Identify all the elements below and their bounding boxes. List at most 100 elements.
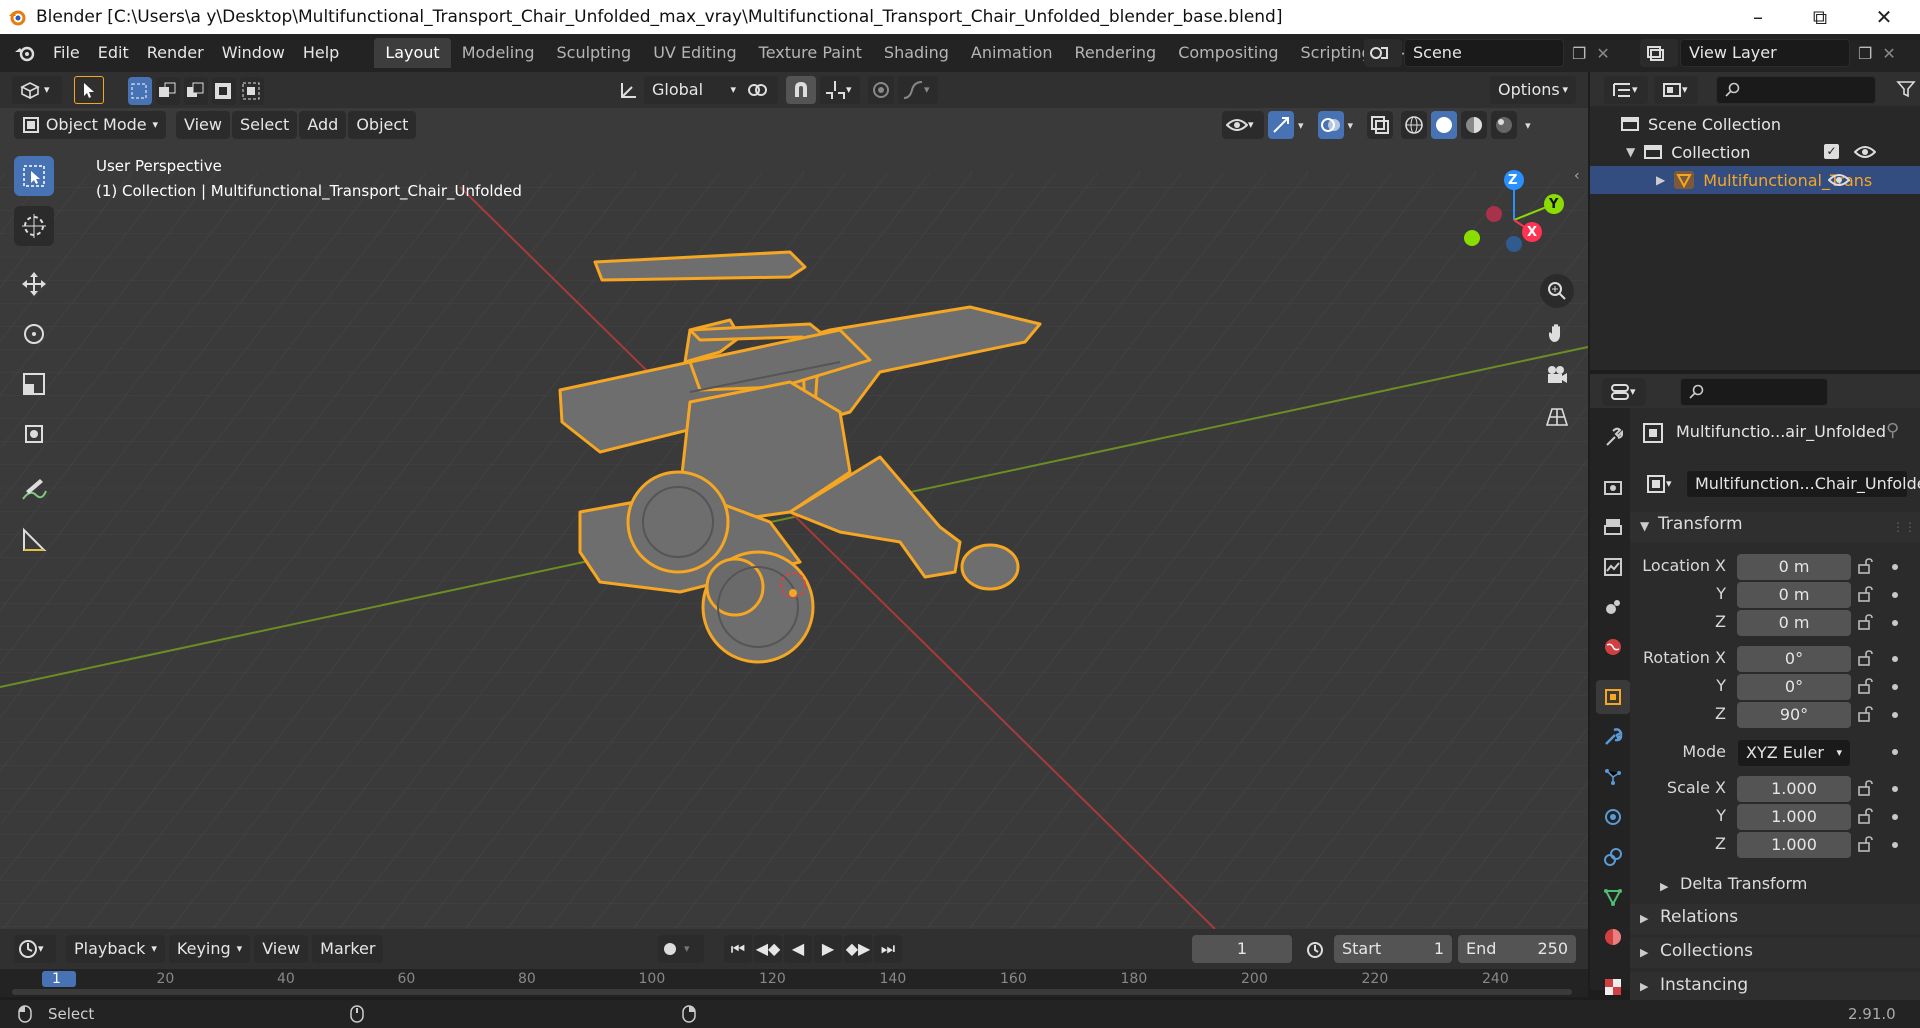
menu-file[interactable]: File xyxy=(44,34,89,72)
view-layer-tab-icon[interactable] xyxy=(1596,550,1630,584)
camera-view-icon[interactable] xyxy=(1540,358,1574,392)
close-window-button[interactable]: ✕ xyxy=(1856,0,1912,34)
proportional-falloff-icon[interactable]: ▾ xyxy=(898,76,938,104)
sidebar-toggle-icon[interactable]: ‹ xyxy=(1574,168,1580,184)
keyframe-location-y[interactable] xyxy=(1892,592,1898,598)
maximize-button[interactable]: ⧉ xyxy=(1792,0,1848,34)
delta-transform-expand-icon[interactable]: ▶ xyxy=(1660,880,1668,893)
select-box-tool[interactable] xyxy=(14,156,54,196)
delete-view-layer-icon[interactable]: ✕ xyxy=(1882,44,1895,63)
tab-compositing[interactable]: Compositing xyxy=(1167,38,1289,68)
pivot-point-icon[interactable] xyxy=(738,76,778,104)
display-mode-icon[interactable]: ▾ xyxy=(1654,76,1698,104)
lock-scale-x-icon[interactable] xyxy=(1858,780,1878,798)
scale-x-field[interactable]: 1.000 xyxy=(1737,776,1851,802)
zoom-icon[interactable] xyxy=(1540,274,1574,308)
timeline-editor-type-icon[interactable]: ▾ xyxy=(14,935,56,963)
shading-wireframe-icon[interactable] xyxy=(1401,111,1428,139)
world-tab-icon[interactable] xyxy=(1596,630,1630,664)
tab-rendering[interactable]: Rendering xyxy=(1064,38,1168,68)
delete-scene-icon[interactable]: ✕ xyxy=(1596,44,1609,63)
scale-y-field[interactable]: 1.000 xyxy=(1737,804,1851,830)
viewport-menu-select[interactable]: Select xyxy=(231,111,298,139)
properties-editor-type-icon[interactable]: ▾ xyxy=(1602,378,1646,406)
jump-prev-keyframe-icon[interactable]: ◀◆ xyxy=(754,935,782,963)
collection-include-checkbox[interactable]: ✓ xyxy=(1824,144,1839,159)
instancing-panel[interactable]: Instancing xyxy=(1660,975,1748,995)
overlays-toggle-icon[interactable] xyxy=(1317,111,1344,139)
options-dropdown[interactable]: Options ▾ xyxy=(1490,76,1576,104)
lock-scale-z-icon[interactable] xyxy=(1858,836,1878,854)
timeline-ruler[interactable]: 1 20 40 60 80 100 120 140 160 180 200 220 240 xyxy=(0,969,1588,997)
shading-rendered-icon[interactable] xyxy=(1491,111,1518,139)
object-browse-icon[interactable]: ▾ xyxy=(1642,470,1684,498)
rotate-tool[interactable] xyxy=(14,314,54,354)
viewport-menu-object[interactable]: Object xyxy=(348,111,417,139)
transform-expand-icon[interactable]: ▼ xyxy=(1640,519,1649,533)
timeline-menu-keying[interactable]: Keying ▾ xyxy=(168,935,251,963)
transform-orientation-dropdown[interactable]: Global ▾ xyxy=(644,76,744,104)
timeline-menu-playback[interactable]: Playback ▾ xyxy=(66,935,165,963)
transform-drag-handle-icon[interactable]: ⋮⋮ xyxy=(1892,520,1916,534)
collection-visibility-eye-icon[interactable] xyxy=(1854,144,1876,160)
menu-edit[interactable]: Edit xyxy=(89,34,138,72)
collection-expand-icon[interactable]: ▼ xyxy=(1626,145,1635,159)
menu-render[interactable]: Render xyxy=(138,34,213,72)
transform-panel-header[interactable]: Transform xyxy=(1658,514,1743,534)
render-tab-icon[interactable] xyxy=(1596,470,1630,504)
object-expand-icon[interactable]: ▶ xyxy=(1656,173,1665,187)
perspective-toggle-icon[interactable] xyxy=(1540,400,1574,434)
keyframe-rotation-z[interactable] xyxy=(1892,712,1898,718)
lock-rotation-y-icon[interactable] xyxy=(1858,678,1878,696)
proportional-edit-icon[interactable] xyxy=(868,76,894,104)
viewport-menu-add[interactable]: Add xyxy=(299,111,347,139)
minimize-button[interactable]: – xyxy=(1730,0,1786,34)
measure-tool[interactable] xyxy=(14,520,54,560)
collections-expand-icon[interactable]: ▶ xyxy=(1640,946,1648,959)
menu-help[interactable]: Help xyxy=(294,34,348,72)
start-frame-field[interactable]: Start 1 xyxy=(1334,935,1452,963)
rotation-x-field[interactable]: 0° xyxy=(1737,646,1851,672)
select-mode-intersect-icon[interactable] xyxy=(240,77,264,105)
location-x-field[interactable]: 0 m xyxy=(1737,554,1851,580)
instancing-expand-icon[interactable]: ▶ xyxy=(1640,980,1648,993)
jump-to-end-icon[interactable]: ⏭ xyxy=(874,935,902,963)
data-tab-icon[interactable] xyxy=(1596,880,1630,914)
object-mode-dropdown[interactable]: Object Mode ▾ xyxy=(14,111,166,139)
tab-layout[interactable]: Layout xyxy=(374,38,451,68)
keyframe-scale-y[interactable] xyxy=(1892,814,1898,820)
transform-tool[interactable] xyxy=(14,414,54,454)
timeline-scrollbar[interactable] xyxy=(12,989,1572,995)
play-icon[interactable]: ▶ xyxy=(814,935,842,963)
lock-location-y-icon[interactable] xyxy=(1858,586,1878,604)
tool-tab-icon[interactable] xyxy=(1596,420,1630,454)
keyframe-scale-x[interactable] xyxy=(1892,786,1898,792)
relations-expand-icon[interactable]: ▶ xyxy=(1640,912,1648,925)
keyframe-location-x[interactable] xyxy=(1892,564,1898,570)
view-layer-selector-icon[interactable] xyxy=(1640,39,1678,67)
output-tab-icon[interactable] xyxy=(1596,510,1630,544)
auto-keying-record-icon[interactable]: ▾ xyxy=(658,935,704,963)
relations-panel[interactable]: Relations xyxy=(1660,907,1738,927)
select-mode-new-icon[interactable] xyxy=(128,77,152,105)
shading-material-icon[interactable] xyxy=(1461,111,1488,139)
overlays-dropdown-icon[interactable]: ▾ xyxy=(1348,119,1354,132)
material-tab-icon[interactable] xyxy=(1596,920,1630,954)
tab-modeling[interactable]: Modeling xyxy=(451,38,546,68)
delta-transform-panel[interactable]: Delta Transform xyxy=(1680,874,1807,893)
location-z-field[interactable]: 0 m xyxy=(1737,610,1851,636)
select-mode-subtract-icon[interactable] xyxy=(184,77,208,105)
properties-search-input[interactable] xyxy=(1680,378,1828,406)
editor-type-icon[interactable]: ▾ xyxy=(12,76,62,104)
filter-icon[interactable] xyxy=(1896,80,1916,98)
lock-location-z-icon[interactable] xyxy=(1858,614,1878,632)
keyframe-rotation-x[interactable] xyxy=(1892,656,1898,662)
tab-animation[interactable]: Animation xyxy=(960,38,1064,68)
blender-menu-icon[interactable] xyxy=(14,43,36,63)
lock-rotation-z-icon[interactable] xyxy=(1858,706,1878,724)
object-tab-icon[interactable] xyxy=(1596,680,1630,714)
scene-name-field[interactable]: Scene xyxy=(1404,39,1564,67)
preview-range-clock-icon[interactable] xyxy=(1306,941,1324,959)
outliner-collection-row[interactable]: ▼ Collection ✓ xyxy=(1626,138,1920,166)
physics-tab-icon[interactable] xyxy=(1596,800,1630,834)
